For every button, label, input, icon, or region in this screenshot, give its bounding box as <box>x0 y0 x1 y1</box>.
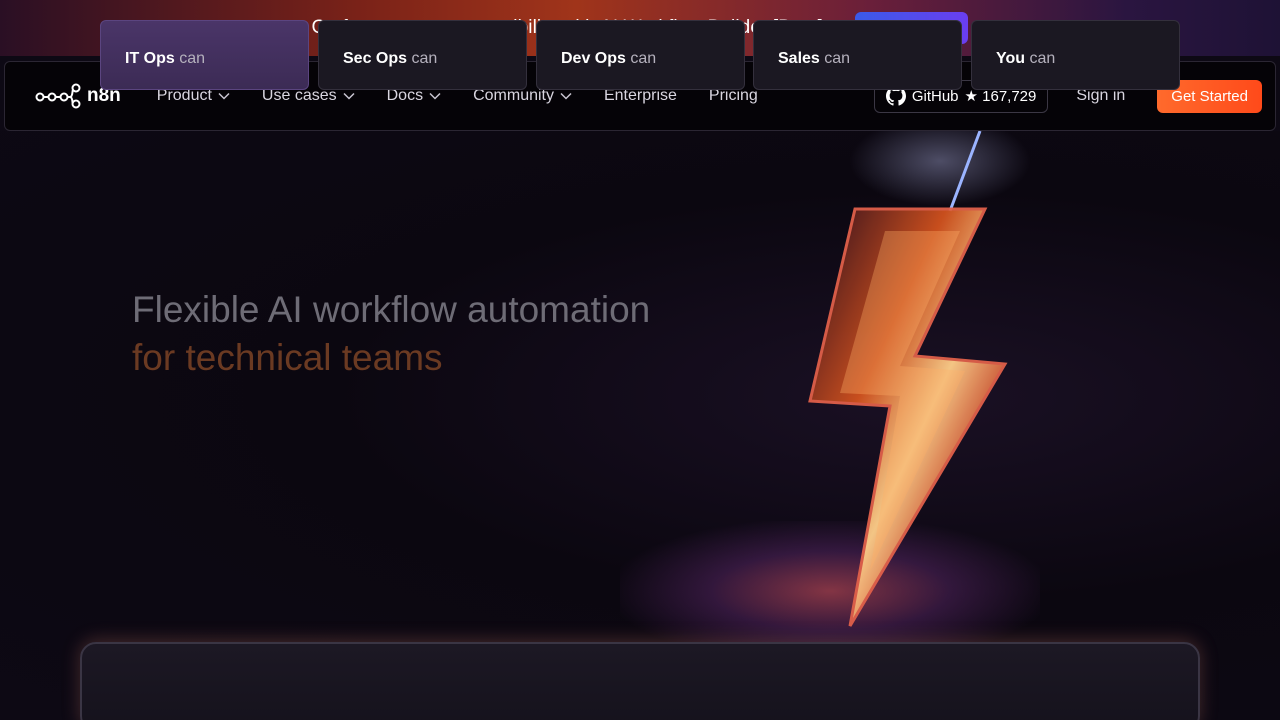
hero-title: Flexible AI workflow automation for tech… <box>132 286 650 382</box>
n8n-logo-icon <box>35 83 81 109</box>
tab-suffix: can <box>179 50 206 67</box>
hero-section <box>0 131 1280 720</box>
tab-suffix: can <box>411 50 438 67</box>
tab-sales[interactable]: Sales can <box>753 20 962 90</box>
tab-sec-ops[interactable]: Sec Ops can <box>318 20 527 90</box>
team-tabs-panel <box>80 642 1200 720</box>
lightning-bolt-illustration <box>808 131 1030 627</box>
tab-team: Dev Ops <box>561 50 626 67</box>
tab-suffix: can <box>824 50 851 67</box>
chevron-down-icon <box>218 92 230 100</box>
chevron-down-icon <box>560 92 572 100</box>
tab-it-ops[interactable]: IT Ops can <box>100 20 309 90</box>
tab-team: Sales <box>778 50 820 67</box>
tab-dev-ops[interactable]: Dev Ops can <box>536 20 745 90</box>
tab-team: Sec Ops <box>343 50 408 67</box>
hero-title-line-1: Flexible AI workflow automation <box>132 289 651 330</box>
hero-title-line-2: for technical teams <box>132 337 443 378</box>
chevron-down-icon <box>343 92 355 100</box>
chevron-down-icon <box>429 92 441 100</box>
tab-team: IT Ops <box>125 50 175 67</box>
github-label: GitHub <box>911 87 959 105</box>
tab-you[interactable]: You can <box>971 20 1180 90</box>
tab-suffix: can <box>1029 50 1056 67</box>
tab-suffix: can <box>630 50 657 67</box>
tab-team: You <box>996 50 1026 67</box>
